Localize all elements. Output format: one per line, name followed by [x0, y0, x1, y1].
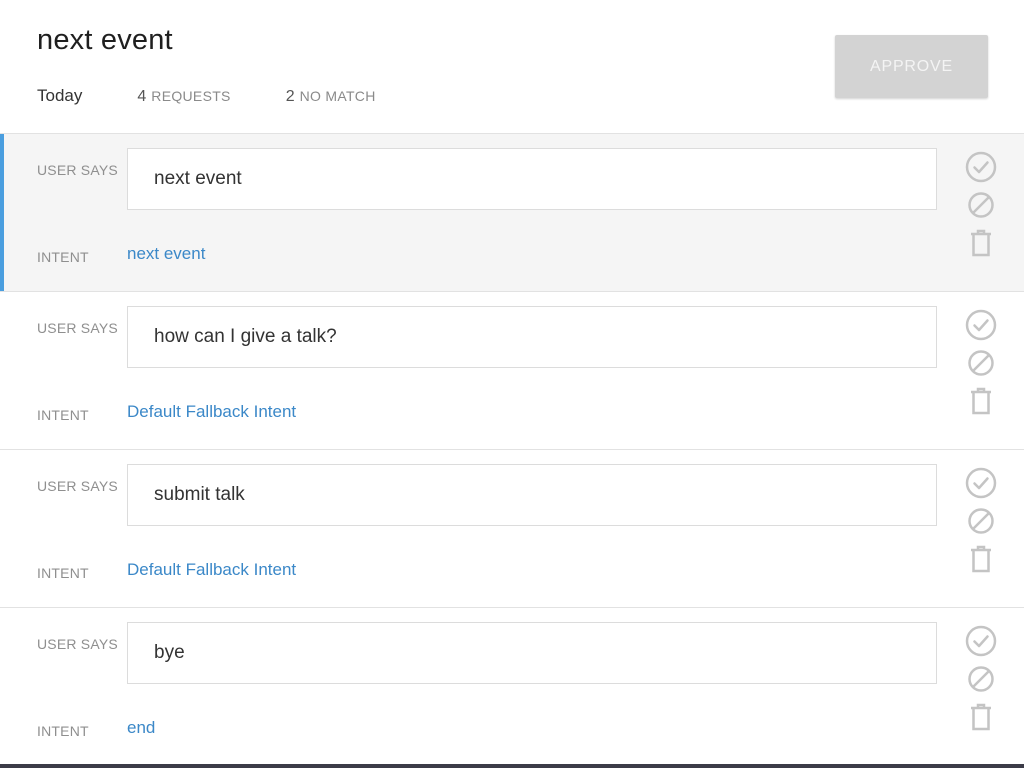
no-match-label: NO MATCH	[299, 88, 376, 104]
user-says-label: USER SAYS	[37, 636, 118, 652]
requests-count: 4	[137, 88, 147, 105]
check-circle-icon[interactable]	[964, 308, 998, 342]
request-list: USER SAYS next event INTENT next event U…	[0, 134, 1024, 766]
trash-icon[interactable]	[964, 542, 998, 576]
user-says-label: USER SAYS	[37, 320, 118, 336]
requests-label: REQUESTS	[151, 88, 231, 104]
intent-link[interactable]: Default Fallback Intent	[127, 402, 296, 422]
trash-icon[interactable]	[964, 226, 998, 260]
user-says-field[interactable]: how can I give a talk?	[127, 306, 937, 368]
trash-icon[interactable]	[964, 700, 998, 734]
user-says-field[interactable]: next event	[127, 148, 937, 210]
intent-label: INTENT	[37, 249, 89, 265]
trash-icon[interactable]	[964, 384, 998, 418]
row-actions	[964, 466, 1000, 580]
no-match-count: 2	[285, 88, 295, 105]
request-row[interactable]: USER SAYS next event INTENT next event	[0, 134, 1024, 292]
user-says-label: USER SAYS	[37, 478, 118, 494]
block-icon[interactable]	[964, 346, 998, 380]
intent-label: INTENT	[37, 723, 89, 739]
approve-button[interactable]: APPROVE	[835, 35, 988, 98]
date-filter-today[interactable]: Today	[37, 86, 82, 106]
stats-bar: Today 4 REQUESTS 2 NO MATCH	[37, 86, 376, 106]
intent-label: INTENT	[37, 407, 89, 423]
row-actions	[964, 624, 1000, 738]
request-row[interactable]: USER SAYS bye INTENT end	[0, 608, 1024, 766]
intent-link[interactable]: end	[127, 718, 155, 738]
intent-link[interactable]: Default Fallback Intent	[127, 560, 296, 580]
check-circle-icon[interactable]	[964, 466, 998, 500]
user-says-field[interactable]: submit talk	[127, 464, 937, 526]
user-says-field[interactable]: bye	[127, 622, 937, 684]
block-icon[interactable]	[964, 504, 998, 538]
block-icon[interactable]	[964, 188, 998, 222]
intent-label: INTENT	[37, 565, 89, 581]
page-title: next event	[37, 24, 173, 56]
request-row[interactable]: USER SAYS submit talk INTENT Default Fal…	[0, 450, 1024, 608]
request-row[interactable]: USER SAYS how can I give a talk? INTENT …	[0, 292, 1024, 450]
check-circle-icon[interactable]	[964, 150, 998, 184]
requests-stat[interactable]: 4 REQUESTS	[137, 88, 230, 106]
check-circle-icon[interactable]	[964, 624, 998, 658]
row-actions	[964, 150, 1000, 264]
bottom-border	[0, 764, 1024, 768]
user-says-label: USER SAYS	[37, 162, 118, 178]
page-header: next event Today 4 REQUESTS 2 NO MATCH A…	[0, 0, 1024, 134]
intent-link[interactable]: next event	[127, 244, 205, 264]
block-icon[interactable]	[964, 662, 998, 696]
no-match-stat[interactable]: 2 NO MATCH	[286, 88, 376, 106]
row-actions	[964, 308, 1000, 422]
